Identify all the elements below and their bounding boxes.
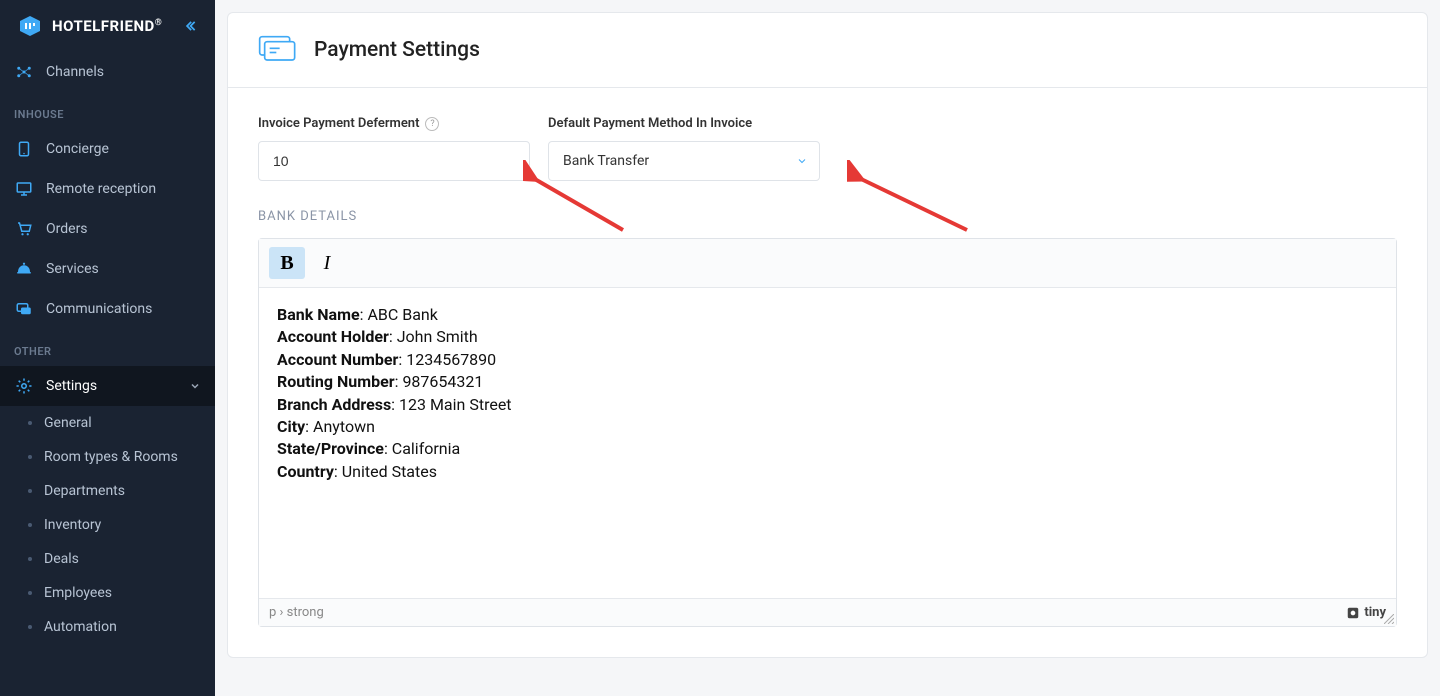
card-header: Payment Settings (228, 13, 1427, 88)
channels-icon (14, 62, 34, 82)
sidebar-item-orders[interactable]: Orders (0, 209, 215, 249)
card-body: Invoice Payment Deferment ? Default Paym… (228, 88, 1427, 657)
main-content: Payment Settings Invoice Payment Deferme… (215, 0, 1440, 696)
sub-label: Inventory (44, 517, 101, 533)
sidebar-section-other: OTHER (0, 329, 215, 366)
chevron-down-icon (189, 380, 201, 392)
sidebar-item-label: Remote reception (46, 181, 156, 197)
italic-button[interactable]: I (309, 247, 345, 279)
sidebar-sub-deals[interactable]: Deals (0, 542, 215, 576)
deferment-label: Invoice Payment Deferment ? (258, 116, 530, 131)
editor-footer: p › strong tiny (259, 598, 1396, 626)
editor-content[interactable]: Bank Name: ABC Bank Account Holder: John… (259, 288, 1396, 598)
bullet-icon (28, 625, 32, 629)
tablet-icon (14, 139, 34, 159)
sidebar-item-remote-reception[interactable]: Remote reception (0, 169, 215, 209)
sidebar-sub-general[interactable]: General (0, 406, 215, 440)
sidebar-sub-room-types[interactable]: Room types & Rooms (0, 440, 215, 474)
editor-path[interactable]: p › strong (269, 605, 324, 620)
sidebar-sub-departments[interactable]: Departments (0, 474, 215, 508)
sub-label: Room types & Rooms (44, 449, 178, 465)
sidebar-item-channels[interactable]: Channels (0, 52, 215, 92)
bullet-icon (28, 421, 32, 425)
help-icon[interactable]: ? (425, 117, 439, 131)
bold-button[interactable]: B (269, 247, 305, 279)
bank-details-editor: B I Bank Name: ABC Bank Account Holder: … (258, 238, 1397, 627)
method-value: Bank Transfer (548, 141, 820, 181)
sidebar-item-concierge[interactable]: Concierge (0, 129, 215, 169)
sidebar-collapse-button[interactable] (183, 19, 197, 33)
sidebar-sub-employees[interactable]: Employees (0, 576, 215, 610)
method-label: Default Payment Method In Invoice (548, 116, 820, 131)
method-select[interactable]: Bank Transfer (548, 141, 820, 181)
sub-label: Employees (44, 585, 112, 601)
editor-toolbar: B I (259, 239, 1396, 288)
sidebar-item-label: Services (46, 261, 99, 277)
form-row: Invoice Payment Deferment ? Default Paym… (258, 116, 1397, 181)
sub-label: Deals (44, 551, 79, 567)
sidebar-item-label: Orders (46, 221, 88, 237)
card-icon (258, 35, 298, 65)
logo-row: HOTELFRIEND® (0, 0, 215, 52)
sidebar-sub-automation[interactable]: Automation (0, 610, 215, 644)
sidebar: HOTELFRIEND® Channels INHOUSE Concierge … (0, 0, 215, 696)
page-title: Payment Settings (314, 38, 480, 62)
deferment-group: Invoice Payment Deferment ? (258, 116, 530, 181)
brand-name: HOTELFRIEND® (52, 17, 162, 35)
bullet-icon (28, 455, 32, 459)
sub-label: Departments (44, 483, 125, 499)
sidebar-item-settings[interactable]: Settings (0, 366, 215, 406)
deferment-input[interactable] (258, 141, 530, 181)
sidebar-item-services[interactable]: Services (0, 249, 215, 289)
bank-details-label: BANK DETAILS (258, 209, 1397, 224)
editor-branding: tiny (1346, 605, 1386, 620)
payment-settings-card: Payment Settings Invoice Payment Deferme… (227, 12, 1428, 658)
sidebar-item-communications[interactable]: Communications (0, 289, 215, 329)
sidebar-item-label: Settings (46, 378, 97, 394)
bullet-icon (28, 591, 32, 595)
sidebar-sub-inventory[interactable]: Inventory (0, 508, 215, 542)
sidebar-section-inhouse: INHOUSE (0, 92, 215, 129)
monitor-icon (14, 179, 34, 199)
resize-handle[interactable] (1384, 614, 1394, 624)
gear-icon (14, 376, 34, 396)
bullet-icon (28, 523, 32, 527)
sidebar-item-label: Communications (46, 301, 152, 317)
chat-icon (14, 299, 34, 319)
sub-label: General (44, 415, 92, 431)
bullet-icon (28, 557, 32, 561)
method-group: Default Payment Method In Invoice Bank T… (548, 116, 820, 181)
bullet-icon (28, 489, 32, 493)
logo-icon (18, 14, 42, 38)
sub-label: Automation (44, 619, 117, 635)
sidebar-item-label: Channels (46, 64, 104, 80)
sidebar-item-label: Concierge (46, 141, 109, 157)
cloche-icon (14, 259, 34, 279)
cart-icon (14, 219, 34, 239)
